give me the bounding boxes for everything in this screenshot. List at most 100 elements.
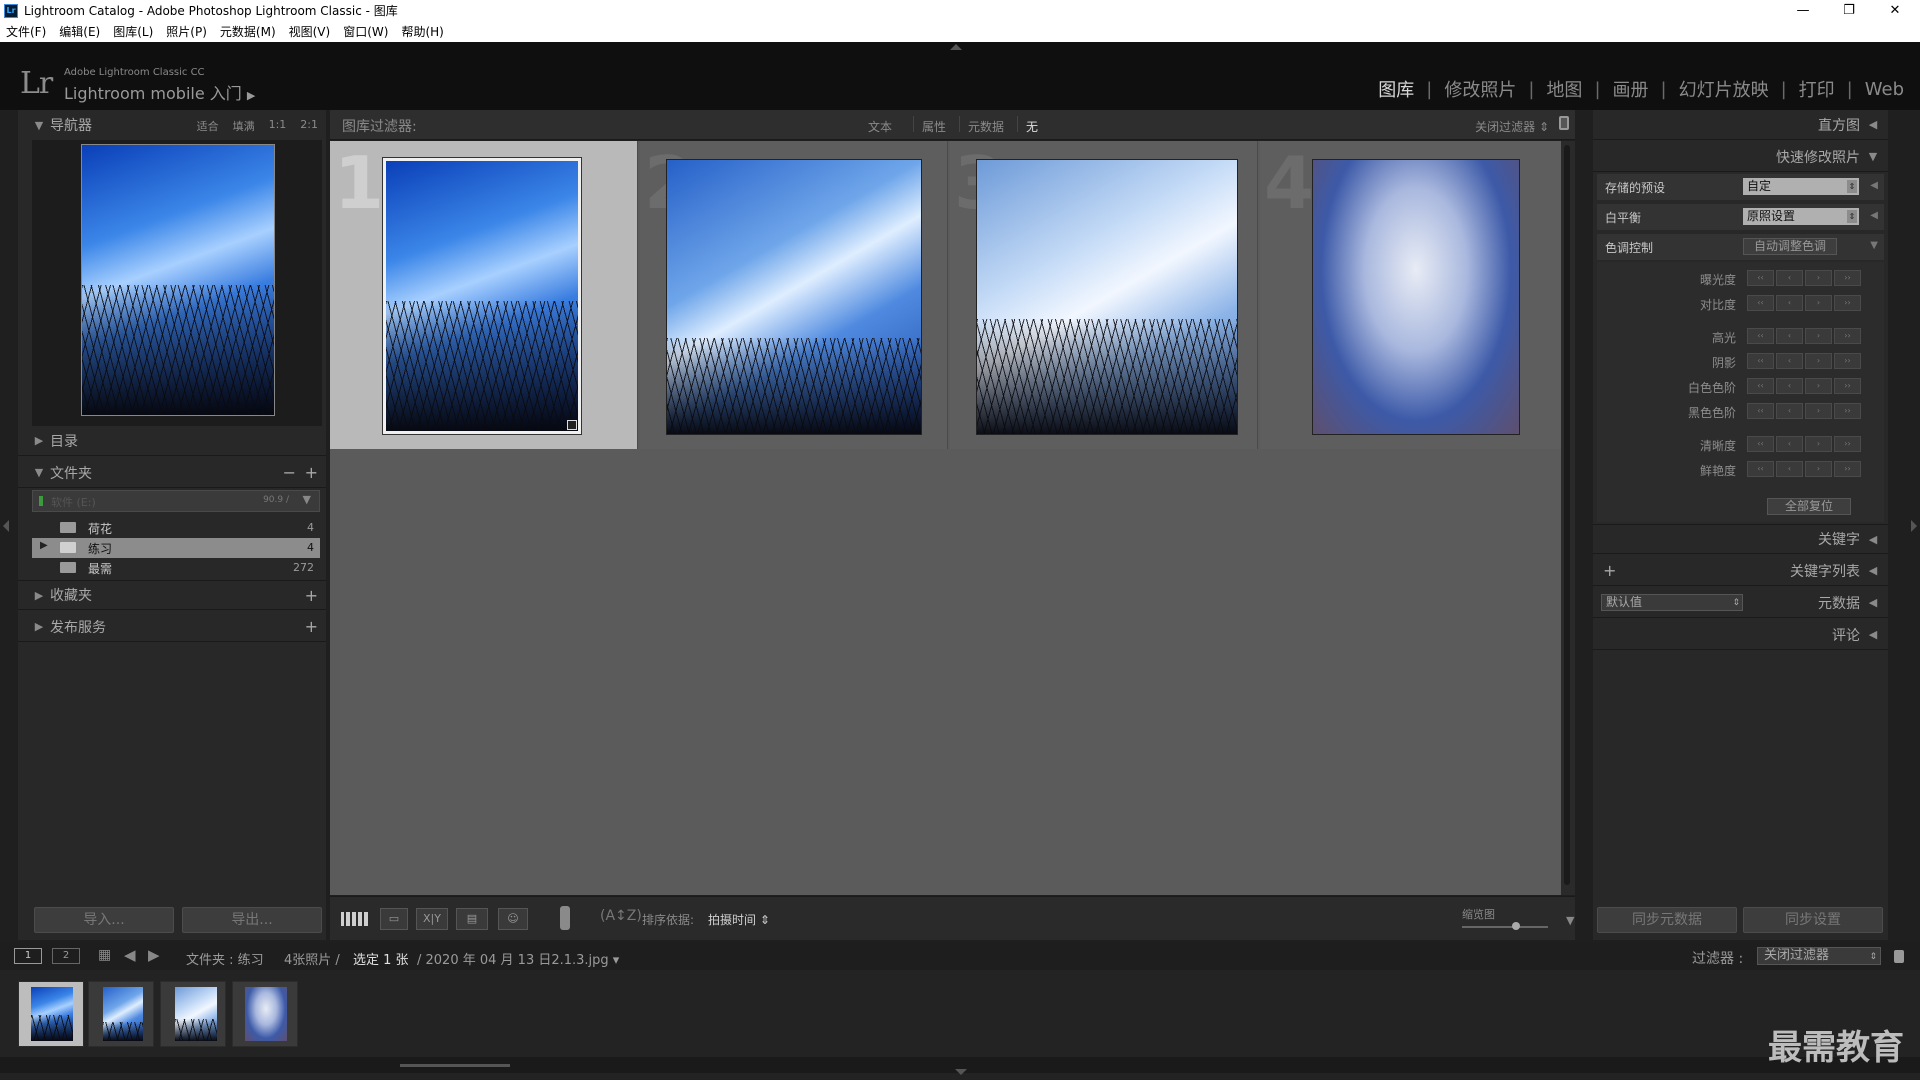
menu-view[interactable]: 视图(V) — [289, 23, 331, 40]
module-slideshow[interactable]: 幻灯片放映 — [1679, 76, 1769, 102]
histogram-header[interactable]: 直方图 ◀ — [1593, 110, 1888, 140]
keywording-header[interactable]: 关键字 ◀ — [1593, 524, 1888, 554]
menu-metadata[interactable]: 元数据(M) — [220, 23, 276, 40]
vibrance-stepper[interactable]: ‹‹ ‹ › ›› — [1747, 461, 1863, 477]
people-view-icon[interactable]: ☺ — [498, 908, 528, 930]
contrast-stepper[interactable]: ‹‹ ‹ › ›› — [1747, 295, 1863, 311]
add-keyword-button[interactable]: + — [1603, 561, 1616, 580]
filmstrip-thumbnail[interactable] — [232, 981, 298, 1047]
grid-icon[interactable]: ▦ — [98, 947, 111, 963]
grid-cell[interactable]: 4 — [1260, 141, 1568, 449]
catalog-header[interactable]: ▶ 目录 — [18, 426, 326, 456]
whites-stepper[interactable]: ‹‹ ‹ › ›› — [1747, 378, 1863, 394]
folder-row-selected[interactable]: ▶ 练习 4 — [32, 538, 320, 558]
thumbnail-size-slider[interactable] — [1462, 922, 1548, 930]
scrollbar-thumb[interactable] — [1564, 145, 1570, 885]
source-path[interactable]: 文件夹 : 练习 — [186, 949, 264, 968]
slider-handle[interactable] — [1512, 922, 1520, 930]
clarity-stepper[interactable]: ‹‹ ‹ › ›› — [1747, 436, 1863, 452]
close-button[interactable]: ✕ — [1872, 0, 1918, 21]
loupe-view-icon[interactable]: ▭ — [380, 908, 408, 930]
add-folder-button[interactable]: + — [305, 463, 318, 482]
filter-lock-icon[interactable] — [1894, 950, 1904, 963]
remove-folder-button[interactable]: − — [283, 463, 296, 482]
top-panel-toggle-icon[interactable] — [950, 44, 962, 50]
filter-tab-metadata[interactable]: 元数据 — [968, 118, 1004, 135]
grid-scrollbar[interactable] — [1561, 141, 1575, 895]
shadows-stepper[interactable]: ‹‹ ‹ › ›› — [1747, 353, 1863, 369]
maximize-button[interactable]: ❐ — [1826, 0, 1872, 21]
sync-settings-button[interactable]: 同步设置 — [1743, 907, 1883, 933]
compare-view-button[interactable]: X|Y — [416, 908, 448, 930]
survey-view-icon[interactable]: ▤ — [456, 908, 488, 930]
filter-tab-attribute[interactable]: 属性 — [922, 118, 946, 135]
zoom-fill[interactable]: 填满 — [233, 118, 255, 134]
menu-window[interactable]: 窗口(W) — [343, 23, 388, 40]
metadata-header[interactable]: 默认值 ⇕ 元数据 ◀ — [1593, 588, 1888, 618]
module-map[interactable]: 地图 — [1546, 76, 1582, 102]
sync-metadata-button[interactable]: 同步元数据 — [1597, 907, 1737, 933]
navigator-preview[interactable] — [32, 140, 322, 426]
row-toggle-icon[interactable]: ◀ — [1870, 180, 1878, 191]
filmstrip-thumbnail[interactable] — [18, 981, 84, 1047]
spray-can-icon[interactable] — [560, 906, 570, 930]
row-toggle-icon[interactable]: ▼ — [1870, 240, 1878, 251]
filter-tab-text[interactable]: 文本 — [868, 118, 892, 135]
highlights-stepper[interactable]: ‹‹ ‹ › ›› — [1747, 328, 1863, 344]
module-develop[interactable]: 修改照片 — [1444, 76, 1516, 102]
keyword-list-header[interactable]: + 关键字列表 ◀ — [1593, 556, 1888, 586]
selected-file[interactable]: / 2020 年 04 月 13 日2.1.3.jpg ▾ — [417, 949, 619, 968]
quick-develop-header[interactable]: 快速修改照片 ▼ — [1593, 142, 1888, 172]
reset-all-button[interactable]: 全部复位 — [1767, 498, 1851, 515]
saved-preset-dropdown[interactable]: 自定 ⇕ — [1743, 178, 1859, 195]
grid-cell[interactable]: 1 — [330, 141, 638, 449]
bottom-panel-toggle-icon[interactable] — [955, 1069, 967, 1075]
menu-file[interactable]: 文件(F) — [6, 23, 46, 40]
white-balance-dropdown[interactable]: 原照设置 ⇕ — [1743, 208, 1859, 225]
filmstrip-scroll-thumb[interactable] — [400, 1064, 510, 1067]
sort-dropdown[interactable]: 拍摄时间 ⇕ — [708, 911, 770, 928]
folder-row[interactable]: 最需 272 — [32, 558, 320, 578]
grid-cell[interactable]: 2 — [640, 141, 948, 449]
filmstrip-thumbnail[interactable] — [88, 981, 154, 1047]
back-arrow-icon[interactable]: ◀ — [124, 946, 136, 964]
toolbar-menu-icon[interactable]: ▼ — [1566, 914, 1574, 927]
volume-dropdown-icon[interactable]: ▼ — [303, 493, 311, 506]
zoom-fit[interactable]: 适合 — [197, 118, 219, 134]
module-web[interactable]: Web — [1865, 79, 1904, 100]
row-toggle-icon[interactable]: ◀ — [1870, 210, 1878, 221]
export-button[interactable]: 导出... — [182, 907, 322, 933]
filmstrip-filter-dropdown[interactable]: 关闭过滤器 ⇕ — [1757, 947, 1881, 965]
filmstrip-thumbnail[interactable] — [160, 981, 226, 1047]
module-library[interactable]: 图库 — [1378, 76, 1414, 102]
folders-header[interactable]: ▼ 文件夹 − + — [18, 458, 326, 488]
module-book[interactable]: 画册 — [1613, 76, 1649, 102]
blacks-stepper[interactable]: ‹‹ ‹ › ›› — [1747, 403, 1863, 419]
grid-cell[interactable]: 3 — [950, 141, 1258, 449]
comments-header[interactable]: 评论 ◀ — [1593, 620, 1888, 650]
metadata-preset-dropdown[interactable]: 默认值 ⇕ — [1601, 594, 1743, 611]
import-button[interactable]: 导入... — [34, 907, 174, 933]
folder-row[interactable]: 荷花 4 — [32, 518, 320, 538]
filter-tab-none[interactable]: 无 — [1026, 118, 1038, 135]
menu-edit[interactable]: 编辑(E) — [59, 23, 100, 40]
publish-services-header[interactable]: ▶ 发布服务 + — [18, 612, 326, 642]
right-panel-toggle-icon[interactable] — [1911, 520, 1917, 532]
auto-tone-button[interactable]: 自动调整色调 — [1743, 238, 1837, 255]
close-filter-dropdown[interactable]: 关闭过滤器 ⇕ — [1475, 118, 1549, 135]
sort-direction-icon[interactable]: (A↕Z) — [600, 908, 642, 924]
module-print[interactable]: 打印 — [1799, 76, 1835, 102]
zoom-1-1[interactable]: 1:1 — [269, 118, 287, 134]
mobile-link[interactable]: Lightroom mobile 入门 ▶ — [64, 80, 255, 104]
lock-icon[interactable] — [1559, 116, 1569, 130]
grid-view-icon[interactable] — [340, 908, 370, 930]
left-panel-toggle-icon[interactable] — [3, 520, 9, 532]
expand-triangle-icon[interactable]: ▶ — [40, 540, 48, 551]
menu-library[interactable]: 图库(L) — [113, 23, 153, 40]
menu-photo[interactable]: 照片(P) — [166, 23, 207, 40]
minimize-button[interactable]: — — [1780, 0, 1826, 21]
zoom-2-1[interactable]: 2:1 — [300, 118, 318, 134]
forward-arrow-icon[interactable]: ▶ — [148, 946, 160, 964]
collections-header[interactable]: ▶ 收藏夹 + — [18, 580, 326, 610]
add-collection-button[interactable]: + — [305, 586, 318, 605]
